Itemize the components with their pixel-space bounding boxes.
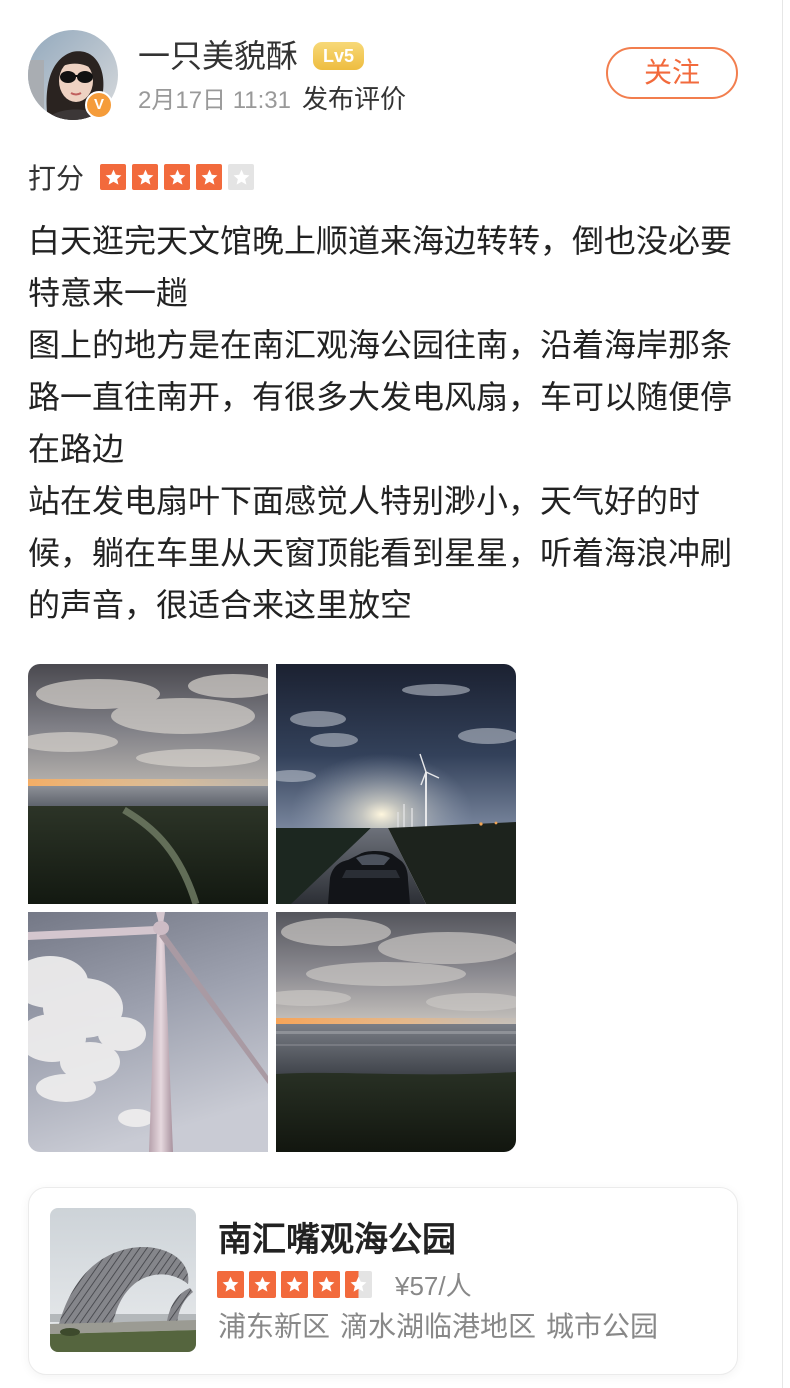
star-glyph bbox=[286, 1276, 303, 1292]
poi-thumbnail bbox=[50, 1208, 196, 1352]
poi-rating-row: ¥57/人 bbox=[217, 1270, 472, 1301]
sea bbox=[28, 786, 268, 808]
review-paragraph: 白天逛完天文馆晚上顺道来海边转转，倒也没必要特意来一趟 bbox=[28, 223, 733, 311]
poi-tag-area: 滴水湖临港地区 bbox=[340, 1311, 537, 1342]
poi-tag-category: 城市公园 bbox=[546, 1311, 659, 1342]
avatar-sunglasses-bridge bbox=[75, 75, 78, 77]
star-icon bbox=[217, 1270, 244, 1298]
star-glyph bbox=[350, 1276, 367, 1292]
star-shape bbox=[137, 169, 153, 185]
cloud bbox=[306, 962, 466, 986]
cloud bbox=[402, 684, 470, 696]
rating-stars bbox=[100, 164, 255, 190]
cloud bbox=[118, 1109, 154, 1127]
star-glyph bbox=[318, 1276, 335, 1292]
photo-night-road bbox=[276, 664, 516, 904]
star-glyph bbox=[137, 169, 153, 185]
grassland bbox=[28, 806, 268, 904]
star-glyph bbox=[105, 169, 121, 185]
poi-price: ¥57/人 bbox=[395, 1270, 472, 1301]
star-shape bbox=[201, 169, 217, 185]
avatar-building bbox=[28, 60, 44, 120]
distant-light bbox=[494, 821, 498, 825]
poi-tag-district: 浦东新区 bbox=[218, 1311, 331, 1342]
star-glyph bbox=[233, 169, 249, 185]
star-glyph bbox=[222, 1276, 239, 1292]
poi-tags: 浦东新区 滴水湖临港地区 城市公园 bbox=[218, 1307, 658, 1347]
horizon-glow bbox=[28, 779, 268, 787]
level-badge: Lv5 bbox=[313, 42, 365, 70]
sea-reflection bbox=[276, 1044, 516, 1046]
panel-edge-divider bbox=[782, 0, 783, 1388]
review-paragraph: 图上的地方是在南汇观海公园往南，沿着海岸那条路一直往南开，有很多大发电风扇，车可… bbox=[28, 327, 733, 467]
star-icon bbox=[164, 164, 191, 190]
star-glyph bbox=[169, 169, 185, 185]
avatar-sunglasses-left bbox=[60, 71, 76, 83]
poi-sculpture-photo bbox=[50, 1208, 196, 1352]
rating-label: 打分 bbox=[28, 163, 85, 194]
cloud bbox=[36, 1074, 96, 1102]
publish-info: 2月17日 11:31 发布评价 bbox=[138, 80, 406, 114]
distant-light bbox=[479, 822, 483, 826]
cloud bbox=[98, 1017, 146, 1051]
star-icon bbox=[228, 164, 255, 190]
star-shape bbox=[105, 169, 121, 185]
poi-card[interactable]: 南汇嘴观海公园 ¥57/人 浦东新区 滴水湖临港地区 城市公园 bbox=[28, 1187, 738, 1375]
review-photo-2[interactable] bbox=[276, 664, 516, 904]
poi-name: 南汇嘴观海公园 bbox=[218, 1221, 456, 1259]
cloud bbox=[458, 728, 516, 744]
cloud bbox=[378, 932, 516, 964]
horizon-glow bbox=[276, 1018, 516, 1025]
star-icon bbox=[132, 164, 159, 190]
star-icon bbox=[281, 1270, 308, 1298]
star-shape bbox=[254, 1276, 271, 1292]
cloud bbox=[281, 918, 391, 946]
photo-wind-turbine bbox=[28, 912, 268, 1152]
star-icon bbox=[345, 1270, 372, 1298]
avatar-sunglasses-right bbox=[77, 71, 93, 83]
car-rear-window bbox=[342, 870, 400, 878]
review-photo-3[interactable] bbox=[28, 912, 268, 1152]
cloud bbox=[310, 733, 358, 747]
follow-button[interactable]: 关注 bbox=[606, 47, 738, 99]
turbine-hub bbox=[153, 921, 169, 935]
star-shape bbox=[233, 169, 249, 185]
verified-badge: V bbox=[85, 91, 113, 119]
review-paragraph: 站在发电扇叶下面感觉人特别渺小，天气好的时候，躺在车里从天窗顶能看到星星，听着海… bbox=[28, 483, 733, 623]
cloud bbox=[136, 749, 260, 767]
author-row: 一只美貌酥 Lv5 bbox=[138, 36, 365, 76]
star-shape bbox=[286, 1276, 303, 1292]
publish-date: 2月17日 11:31 bbox=[138, 86, 291, 114]
author-name[interactable]: 一只美貌酥 bbox=[138, 36, 298, 76]
poi-rating-stars bbox=[217, 1270, 372, 1298]
review-text: 白天逛完天文馆晚上顺道来海边转转，倒也没必要特意来一趟 图上的地方是在南汇观海公… bbox=[28, 215, 740, 631]
star-glyph bbox=[201, 169, 217, 185]
star-icon bbox=[249, 1270, 276, 1298]
star-icon bbox=[100, 164, 127, 190]
publish-action: 发布评价 bbox=[302, 83, 407, 114]
cloud bbox=[290, 711, 346, 727]
star-icon bbox=[313, 1270, 340, 1298]
cloud bbox=[111, 698, 255, 734]
star-shape bbox=[350, 1276, 367, 1292]
review-photo-1[interactable] bbox=[28, 664, 268, 904]
star-shape bbox=[169, 169, 185, 185]
sea-reflection bbox=[276, 1031, 516, 1034]
star-shape bbox=[222, 1276, 239, 1292]
star-glyph bbox=[254, 1276, 271, 1292]
photo-sea-horizon bbox=[276, 912, 516, 1152]
review-photo-4[interactable] bbox=[276, 912, 516, 1152]
review-rating: 打分 bbox=[28, 157, 255, 197]
grassland bbox=[276, 1072, 516, 1152]
star-icon bbox=[196, 164, 223, 190]
shrub bbox=[60, 1328, 80, 1336]
star-shape bbox=[318, 1276, 335, 1292]
photo-seaside-path bbox=[28, 664, 268, 904]
